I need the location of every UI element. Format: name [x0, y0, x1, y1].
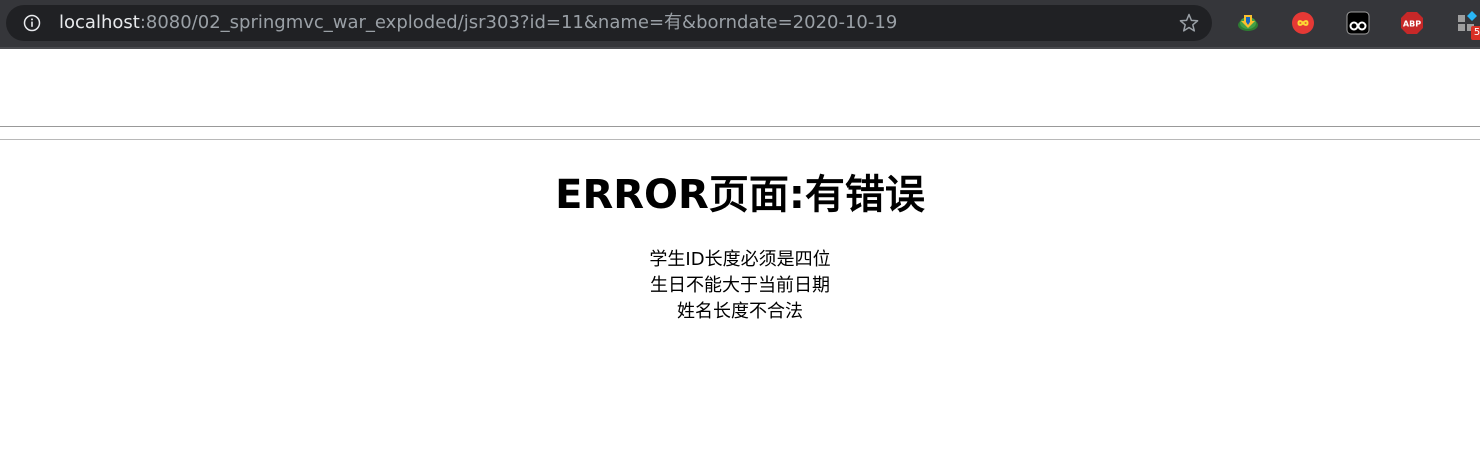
url-text[interactable]: localhost:8080/02_springmvc_war_exploded…	[59, 13, 897, 33]
error-message: 学生ID长度必须是四位	[649, 249, 831, 270]
extension-badge: 5	[1471, 26, 1480, 40]
address-bar[interactable]: localhost:8080/02_springmvc_war_exploded…	[6, 5, 1212, 41]
tampermonkey-icon[interactable]	[1346, 11, 1370, 35]
error-message: 姓名长度不合法	[677, 301, 803, 322]
infinity-icon[interactable]	[1291, 11, 1315, 35]
browser-toolbar: localhost:8080/02_springmvc_war_exploded…	[0, 0, 1480, 49]
error-list: 学生ID长度必须是四位 生日不能大于当前日期 姓名长度不合法	[0, 247, 1480, 325]
info-icon[interactable]	[23, 14, 41, 32]
star-icon[interactable]	[1178, 12, 1200, 34]
adblock-plus-icon[interactable]: ABP	[1400, 11, 1424, 35]
url-path: :8080/02_springmvc_war_exploded/jsr303?i…	[139, 12, 898, 33]
error-message: 生日不能大于当前日期	[650, 275, 830, 296]
page-title: ERROR页面:有错误	[555, 172, 925, 218]
adblock-label: ABP	[1403, 20, 1421, 29]
url-host: localhost	[59, 12, 140, 33]
internet-download-manager-icon[interactable]	[1236, 11, 1260, 35]
horizontal-rule-top	[0, 126, 1480, 127]
horizontal-rule-bottom	[0, 139, 1480, 140]
